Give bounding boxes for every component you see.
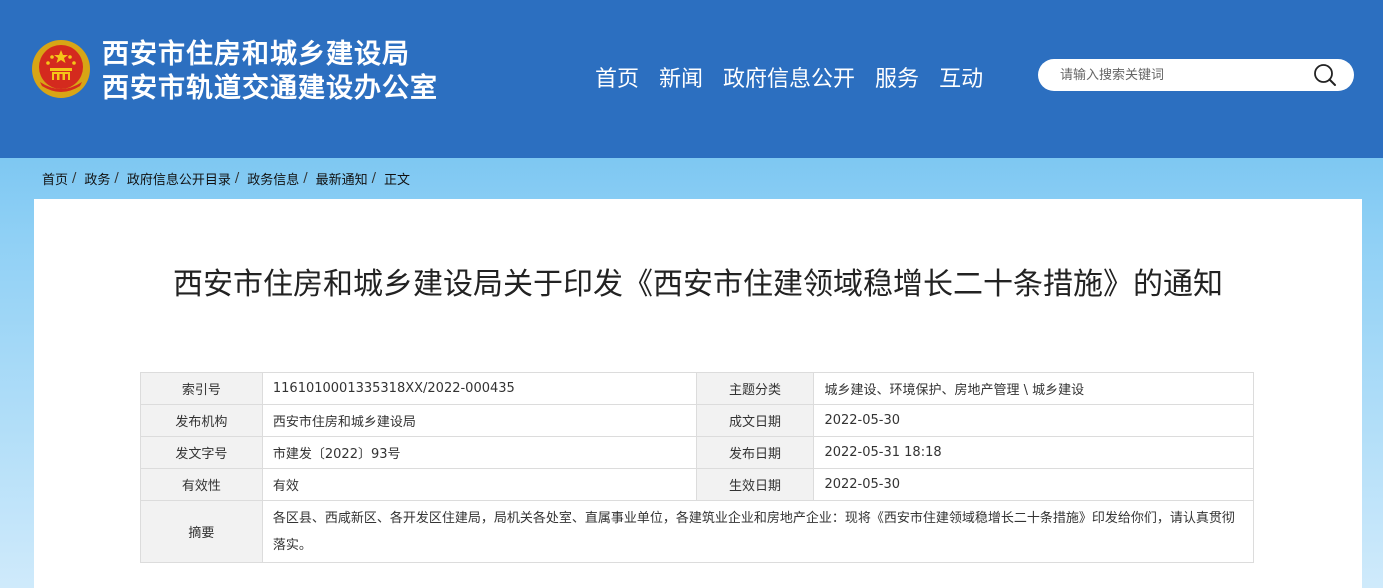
breadcrumb-gov-info-catalog[interactable]: 政府信息公开目录	[127, 169, 231, 188]
breadcrumb-current: 正文	[384, 172, 411, 188]
meta-value: 市建发〔2022〕93号	[261, 436, 697, 469]
search-input[interactable]	[1060, 59, 1310, 91]
meta-value: 2022-05-30	[813, 404, 1254, 437]
breadcrumb-gov-affairs-info[interactable]: 政务信息	[247, 169, 299, 188]
breadcrumb-separator: /	[114, 170, 119, 186]
table-row: 有效性 有效 生效日期 2022-05-30	[140, 468, 1254, 501]
meta-label: 发布机构	[140, 404, 263, 437]
document-meta-table: 索引号 1161010001335318XX/2022-000435 主题分类 …	[140, 372, 1255, 563]
meta-value: 2022-05-30	[813, 468, 1254, 501]
meta-label: 主题分类	[695, 372, 815, 405]
breadcrumb-separator: /	[371, 170, 377, 186]
breadcrumb-separator: /	[72, 170, 77, 186]
abstract-text: 各区县、西咸新区、各开发区住建局，局机关各处室、直属事业单位，各建筑业企业和房地…	[261, 500, 1255, 563]
meta-label: 有效性	[140, 468, 263, 501]
nav-news[interactable]: 新闻	[659, 64, 703, 96]
nav-interaction[interactable]: 互动	[939, 64, 983, 96]
meta-label: 发文字号	[140, 436, 263, 469]
meta-value: 2022-05-31 18:18	[813, 436, 1254, 469]
site-title-line1: 西安市住房和城乡建设局	[102, 39, 410, 70]
nav-home[interactable]: 首页	[595, 64, 639, 96]
table-row: 索引号 1161010001335318XX/2022-000435 主题分类 …	[140, 372, 1254, 405]
site-title[interactable]: 西安市住房和城乡建设局 西安市轨道交通建设办公室	[102, 38, 438, 106]
meta-value: 城乡建设、环境保护、房地产管理 \ 城乡建设	[813, 372, 1254, 405]
table-row: 摘要 各区县、西咸新区、各开发区住建局，局机关各处室、直属事业单位，各建筑业企业…	[140, 500, 1255, 563]
meta-value: 有效	[261, 468, 697, 501]
breadcrumb-home[interactable]: 首页	[42, 169, 68, 188]
breadcrumb-latest-notices[interactable]: 最新通知	[316, 169, 368, 188]
meta-label: 索引号	[140, 372, 263, 405]
meta-value: 西安市住房和城乡建设局	[261, 404, 697, 437]
meta-value: 1161010001335318XX/2022-000435	[261, 372, 697, 405]
breadcrumb: 首页 / 政务 / 政府信息公开目录 / 政务信息 / 最新通知 / 正文	[42, 168, 410, 188]
breadcrumb-separator: /	[234, 170, 240, 186]
national-emblem-icon[interactable]	[30, 38, 92, 100]
search-icon[interactable]	[1312, 62, 1338, 88]
meta-label: 摘要	[140, 500, 263, 563]
breadcrumb-separator: /	[303, 170, 308, 186]
meta-label: 成文日期	[695, 404, 815, 437]
breadcrumb-affairs[interactable]: 政务	[84, 169, 110, 188]
meta-label: 发布日期	[695, 436, 815, 469]
main-nav: 首页 新闻 政府信息公开 服务 互动	[595, 64, 1003, 96]
nav-services[interactable]: 服务	[875, 64, 919, 96]
document-card: 西安市住房和城乡建设局关于印发《西安市住建领域稳增长二十条措施》的通知 索引号 …	[34, 199, 1362, 588]
document-title: 西安市住房和城乡建设局关于印发《西安市住建领域稳增长二十条措施》的通知	[173, 267, 1223, 302]
table-row: 发文字号 市建发〔2022〕93号 发布日期 2022-05-31 18:18	[140, 436, 1254, 469]
meta-label: 生效日期	[695, 468, 815, 501]
site-header: 西安市住房和城乡建设局 西安市轨道交通建设办公室 首页 新闻 政府信息公开 服务…	[0, 0, 1383, 158]
table-row: 发布机构 西安市住房和城乡建设局 成文日期 2022-05-30	[140, 404, 1254, 437]
site-title-line2: 西安市轨道交通建设办公室	[102, 73, 438, 104]
search-box	[1038, 59, 1354, 91]
nav-gov-info[interactable]: 政府信息公开	[723, 64, 855, 96]
